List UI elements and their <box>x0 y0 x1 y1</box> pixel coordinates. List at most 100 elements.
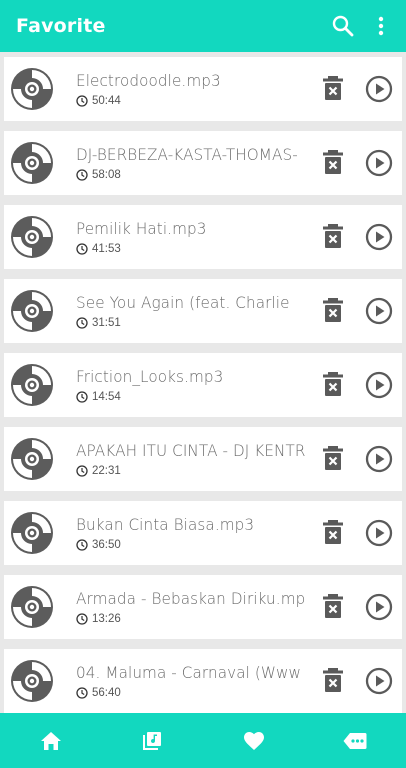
more-options-button[interactable] <box>372 11 390 41</box>
nav-more[interactable] <box>325 713 385 768</box>
song-title: 04. Maluma - Carnaval (Www <box>76 663 302 682</box>
bottom-navigation <box>0 713 406 768</box>
library-music-icon <box>143 731 162 750</box>
song-duration-row: 56:40 <box>76 687 306 699</box>
song-card[interactable]: Pemilik Hati.mp3 41:53 <box>4 205 402 269</box>
delete-icon <box>323 298 343 322</box>
search-icon <box>332 15 354 37</box>
song-duration-row: 13:26 <box>76 613 306 625</box>
song-title: Armada - Bebaskan Diriku.mp <box>76 589 306 608</box>
search-button[interactable] <box>328 11 358 41</box>
song-card[interactable]: APAKAH ITU CINTA - DJ KENTR 22:31 <box>4 427 402 491</box>
song-card[interactable]: Friction_Looks.mp3 14:54 <box>4 353 402 417</box>
song-meta: Pemilik Hati.mp3 41:53 <box>76 219 306 255</box>
clock-icon <box>76 391 88 403</box>
clock-icon <box>76 687 88 699</box>
delete-button[interactable] <box>322 297 346 325</box>
nav-library[interactable] <box>122 713 182 768</box>
disc-icon-wrap <box>10 363 54 407</box>
play-circle-icon <box>365 519 393 547</box>
song-card[interactable]: DJ-BERBEZA-KASTA-THOMAS- 58:08 <box>4 131 402 195</box>
play-button[interactable] <box>365 223 393 251</box>
nav-favorite[interactable] <box>224 713 284 768</box>
delete-icon <box>323 446 343 470</box>
favorite-song-list[interactable]: Electrodoodle.mp3 50:44 DJ-BERBEZA-KASTA… <box>0 52 406 713</box>
play-circle-icon <box>365 149 393 177</box>
play-circle-icon <box>365 75 393 103</box>
disc-icon-wrap <box>10 141 54 185</box>
delete-button[interactable] <box>322 371 346 399</box>
song-meta: APAKAH ITU CINTA - DJ KENTR 22:31 <box>76 441 306 477</box>
song-duration-row: 31:51 <box>76 317 306 329</box>
song-duration-row: 36:50 <box>76 539 306 551</box>
song-card[interactable]: 04. Maluma - Carnaval (Www 56:40 <box>4 649 402 713</box>
disc-icon-wrap <box>10 511 54 555</box>
play-button[interactable] <box>365 445 393 473</box>
clock-icon <box>76 539 88 551</box>
play-button[interactable] <box>365 371 393 399</box>
disc-icon-wrap <box>10 659 54 703</box>
song-duration-row: 14:54 <box>76 391 306 403</box>
song-duration-row: 41:53 <box>76 243 306 255</box>
song-title: Electrodoodle.mp3 <box>76 71 221 90</box>
song-duration: 31:51 <box>92 317 121 329</box>
play-button[interactable] <box>365 519 393 547</box>
song-duration: 36:50 <box>92 539 121 551</box>
song-duration: 50:44 <box>92 95 121 107</box>
song-meta: Armada - Bebaskan Diriku.mp 13:26 <box>76 589 306 625</box>
disc-icon-wrap <box>10 437 54 481</box>
play-button[interactable] <box>365 297 393 325</box>
song-title: Pemilik Hati.mp3 <box>76 219 207 238</box>
delete-button[interactable] <box>322 593 346 621</box>
clock-icon <box>76 613 88 625</box>
delete-button[interactable] <box>322 445 346 473</box>
delete-button[interactable] <box>322 75 346 103</box>
label-dots-icon <box>343 732 367 749</box>
song-duration-row: 22:31 <box>76 465 306 477</box>
delete-button[interactable] <box>322 149 346 177</box>
disc-icon-wrap <box>10 215 54 259</box>
song-meta: Bukan Cinta Biasa.mp3 36:50 <box>76 515 306 551</box>
song-meta: Friction_Looks.mp3 14:54 <box>76 367 306 403</box>
delete-icon <box>323 224 343 248</box>
song-meta: See You Again (feat. Charlie 31:51 <box>76 293 306 329</box>
song-title: Bukan Cinta Biasa.mp3 <box>76 515 255 534</box>
delete-icon <box>323 76 343 100</box>
disc-icon <box>11 512 53 554</box>
play-circle-icon <box>365 445 393 473</box>
song-card[interactable]: Electrodoodle.mp3 50:44 <box>4 57 402 121</box>
disc-icon <box>11 660 53 702</box>
song-duration: 13:26 <box>92 613 121 625</box>
song-card[interactable]: Armada - Bebaskan Diriku.mp 13:26 <box>4 575 402 639</box>
nav-home[interactable] <box>21 713 81 768</box>
song-meta: 04. Maluma - Carnaval (Www 56:40 <box>76 663 306 699</box>
clock-icon <box>76 95 88 107</box>
play-button[interactable] <box>365 149 393 177</box>
play-button[interactable] <box>365 593 393 621</box>
delete-icon <box>323 520 343 544</box>
song-title: Friction_Looks.mp3 <box>76 367 224 386</box>
more-vert-icon <box>378 16 384 36</box>
song-duration: 14:54 <box>92 391 121 403</box>
play-button[interactable] <box>365 75 393 103</box>
song-duration: 58:08 <box>92 169 121 181</box>
disc-icon <box>11 364 53 406</box>
disc-icon-wrap <box>10 67 54 111</box>
play-circle-icon <box>365 223 393 251</box>
delete-icon <box>323 372 343 396</box>
play-circle-icon <box>365 297 393 325</box>
delete-icon <box>323 150 343 174</box>
song-duration: 56:40 <box>92 687 121 699</box>
delete-button[interactable] <box>322 519 346 547</box>
song-duration-row: 58:08 <box>76 169 306 181</box>
delete-button[interactable] <box>322 667 346 695</box>
song-card[interactable]: Bukan Cinta Biasa.mp3 36:50 <box>4 501 402 565</box>
play-button[interactable] <box>365 667 393 695</box>
disc-icon-wrap <box>10 289 54 333</box>
song-title: APAKAH ITU CINTA - DJ KENTR <box>76 441 306 460</box>
song-card[interactable]: See You Again (feat. Charlie 31:51 <box>4 279 402 343</box>
delete-button[interactable] <box>322 223 346 251</box>
disc-icon <box>11 586 53 628</box>
play-circle-icon <box>365 667 393 695</box>
disc-icon <box>11 68 53 110</box>
